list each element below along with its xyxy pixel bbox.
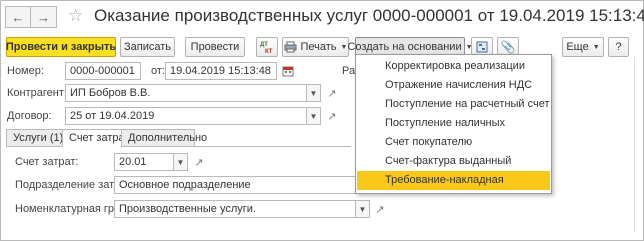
post-and-close-button[interactable]: Провести и закрыть [6, 37, 116, 57]
nomenclature-group-open-button[interactable]: ↗ [372, 201, 388, 217]
chevron-down-icon: ▼ [309, 88, 318, 98]
vertical-scrollbar[interactable] [634, 57, 640, 232]
calendar-button[interactable] [280, 63, 296, 79]
contract-dropdown-button[interactable]: ▼ [306, 107, 321, 125]
print-label: Печать [300, 41, 337, 53]
date-field[interactable]: 19.04.2019 15:13:48 [165, 62, 277, 80]
back-button[interactable]: ← [5, 6, 31, 28]
save-button[interactable]: Записать [120, 37, 175, 57]
number-label: Номер: [7, 65, 44, 77]
cost-account-label: Счет затрат: [15, 156, 79, 168]
calendar-icon [282, 66, 294, 77]
svg-text:ДТ: ДТ [260, 42, 268, 48]
chevron-down-icon: ▼ [358, 204, 367, 214]
favorite-star-icon[interactable]: ☆ [68, 6, 83, 26]
chevron-down-icon: ▼ [592, 43, 600, 51]
more-label: Еще [566, 41, 589, 53]
open-link-icon: ↗ [327, 87, 337, 100]
contract-open-button[interactable]: ↗ [324, 108, 340, 124]
open-link-icon: ↗ [375, 203, 385, 216]
cost-account-field[interactable]: 20.01 [114, 153, 174, 171]
page-title: Оказание производственных услуг 0000-000… [94, 6, 644, 25]
svg-text:КТ: КТ [265, 49, 273, 54]
document-window: ← → ☆ Оказание производственных услуг 00… [0, 0, 644, 241]
tab-additional[interactable]: Дополнительно [121, 129, 207, 147]
create-based-on-menu: Корректировка реализации Отражение начис… [355, 54, 552, 194]
menu-item-bank-receipt[interactable]: Поступление на расчетный счет [357, 95, 550, 114]
date-label: от: [151, 65, 165, 77]
menu-item-vat-accrual[interactable]: Отражение начисления НДС [357, 76, 550, 95]
more-actions-icon[interactable]: ⋮ [611, 5, 627, 23]
contract-field[interactable]: 25 от 19.04.2019 [65, 107, 307, 125]
chevron-down-icon: ▼ [340, 43, 348, 51]
help-button[interactable]: ? [608, 37, 629, 57]
cost-account-open-button[interactable]: ↗ [191, 154, 207, 170]
menu-item-customer-invoice[interactable]: Счет покупателю [357, 133, 550, 152]
contract-label: Договор: [7, 110, 52, 122]
create-based-on-label: Создать на основании [347, 41, 462, 53]
tab-cost-account[interactable]: Счет затрат [62, 129, 129, 147]
arrow-left-icon: ← [11, 9, 25, 25]
more-button[interactable]: Еще ▼ [562, 37, 604, 57]
dt-kt-button[interactable]: ДТ КТ [256, 37, 278, 57]
contractor-dropdown-button[interactable]: ▼ [306, 84, 321, 102]
tab-services[interactable]: Услуги (1) [6, 129, 63, 147]
dt-kt-icon: ДТ КТ [260, 42, 273, 54]
menu-item-sales-adjustment[interactable]: Корректировка реализации [357, 57, 550, 76]
contractor-open-button[interactable]: ↗ [324, 85, 340, 101]
paperclip-icon: 📎 [500, 40, 516, 54]
nomenclature-group-field[interactable]: Производственные услуги. [114, 200, 356, 218]
nomenclature-group-dropdown-button[interactable]: ▼ [355, 200, 370, 218]
menu-item-requisition-invoice[interactable]: Требование-накладная [357, 171, 550, 190]
open-link-icon: ↗ [194, 156, 204, 169]
contractor-field[interactable]: ИП Бобров В.В. [65, 84, 307, 102]
open-link-icon: ↗ [327, 110, 337, 123]
printer-icon [284, 41, 296, 53]
menu-item-cash-receipt[interactable]: Поступление наличных [357, 114, 550, 133]
menu-item-invoice-issued[interactable]: Счет-фактура выданный [357, 152, 550, 171]
navigation-buttons: ← → [5, 6, 57, 28]
arrow-right-icon: → [37, 9, 50, 25]
forward-button[interactable]: → [31, 6, 57, 28]
number-field[interactable]: 0000-000001 [65, 62, 141, 80]
post-button[interactable]: Провести [185, 37, 245, 57]
cost-account-dropdown-button[interactable]: ▼ [173, 153, 188, 171]
chevron-down-icon: ▼ [309, 111, 318, 121]
structure-icon [476, 41, 488, 53]
partial-label: Ра [342, 65, 356, 77]
print-button[interactable]: Печать ▼ [282, 37, 349, 57]
contractor-label: Контрагент: [7, 87, 67, 99]
chevron-down-icon: ▼ [176, 157, 185, 167]
cost-division-field[interactable]: Основное подразделение [114, 176, 356, 194]
